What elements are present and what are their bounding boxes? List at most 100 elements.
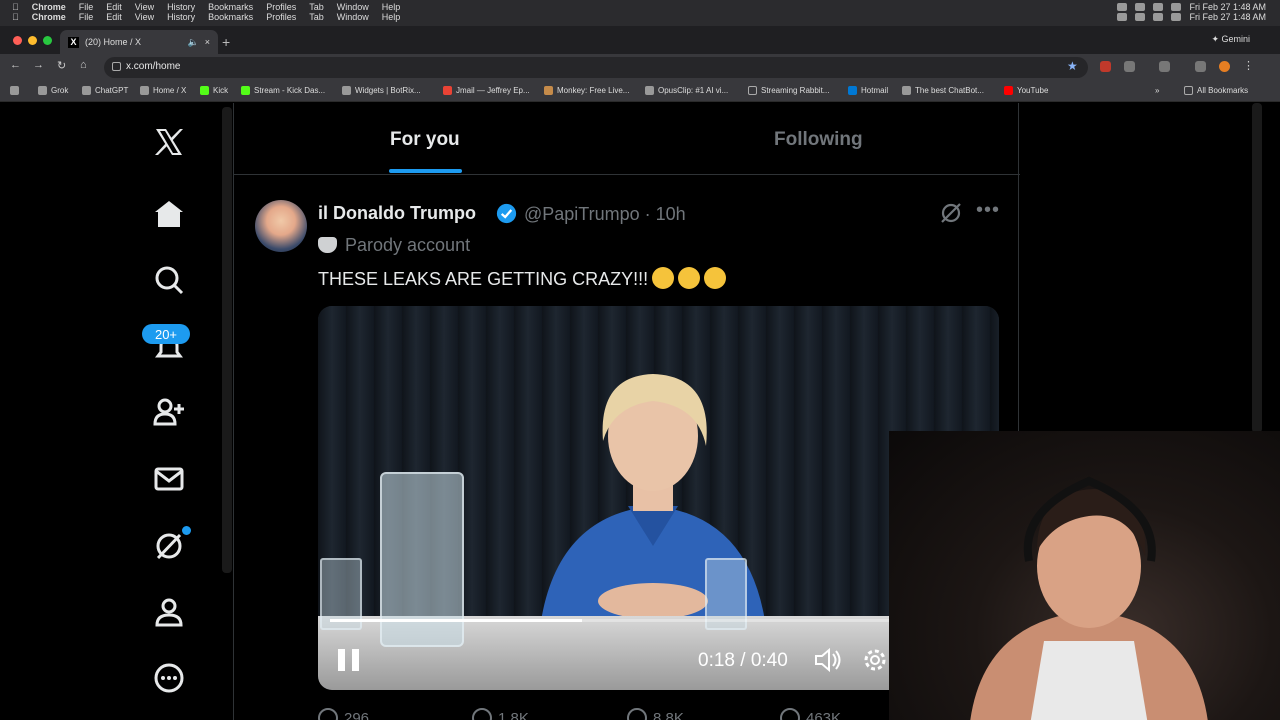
tab-for-you[interactable]: For you xyxy=(390,129,460,151)
menu-view[interactable]: View xyxy=(135,12,154,22)
close-window-button[interactable] xyxy=(13,36,22,45)
status-icon[interactable] xyxy=(1117,13,1128,21)
menu-bookmarks[interactable]: Bookmarks xyxy=(208,2,253,12)
extensions-puzzle-icon[interactable] xyxy=(1124,61,1135,72)
bookmark-item[interactable]: The best ChatBot... xyxy=(902,86,984,95)
site-info-icon[interactable] xyxy=(112,62,121,71)
pause-button[interactable] xyxy=(338,649,360,671)
menu-window[interactable]: Window xyxy=(337,12,369,22)
side-panel-icon[interactable] xyxy=(1159,61,1170,72)
menu-view[interactable]: View xyxy=(135,2,154,12)
home-icon[interactable]: ⌂ xyxy=(80,59,87,71)
bookmark-item[interactable]: OpusClip: #1 AI vi... xyxy=(645,86,728,95)
status-icon[interactable] xyxy=(1135,3,1146,11)
search-icon[interactable] xyxy=(150,261,188,299)
menu-file[interactable]: File xyxy=(79,12,94,22)
forward-icon[interactable]: → xyxy=(33,59,44,71)
reading-list-icon[interactable] xyxy=(1195,61,1206,72)
menu-app[interactable]: Chrome xyxy=(32,2,66,12)
bookmark-item[interactable]: Widgets | BotRix... xyxy=(342,86,421,95)
bookmark-item[interactable]: Kick xyxy=(200,86,228,95)
profile-avatar[interactable] xyxy=(1219,61,1230,72)
extension-icon[interactable] xyxy=(1100,61,1111,72)
menu-file[interactable]: File xyxy=(79,2,94,12)
menu-app[interactable]: Chrome xyxy=(32,12,66,22)
menu-profiles[interactable]: Profiles xyxy=(266,12,296,22)
clock[interactable]: Fri Feb 27 1:48 AM xyxy=(1189,12,1266,22)
zoom-window-button[interactable] xyxy=(43,36,52,45)
folder-icon xyxy=(1184,86,1193,95)
messages-mail-icon[interactable] xyxy=(150,460,188,498)
reload-icon[interactable]: ↻ xyxy=(57,59,66,72)
home-icon[interactable] xyxy=(150,195,188,233)
webcam-overlay xyxy=(889,431,1280,720)
kebab-menu-icon[interactable]: ⋮ xyxy=(1243,59,1254,72)
menu-help[interactable]: Help xyxy=(382,2,401,12)
search-icon[interactable] xyxy=(1171,3,1182,11)
follow-add-user-icon[interactable] xyxy=(150,393,188,431)
video-settings-gear-icon[interactable] xyxy=(861,646,889,674)
bookmark-item[interactable]: Hotmail xyxy=(848,86,888,95)
bookmark-item[interactable]: Stream - Kick Das... xyxy=(241,86,325,95)
menu-edit[interactable]: Edit xyxy=(106,2,122,12)
back-icon[interactable]: ← xyxy=(10,59,21,71)
wifi-icon[interactable] xyxy=(1153,3,1164,11)
menu-tab[interactable]: Tab xyxy=(309,12,324,22)
menu-bookmarks[interactable]: Bookmarks xyxy=(208,12,253,22)
bookmark-item[interactable]: YouTube xyxy=(1004,86,1048,95)
post-author-name[interactable]: il Donaldo Trumpo xyxy=(318,203,476,224)
apple-icon[interactable]:  xyxy=(12,12,19,22)
menu-profiles[interactable]: Profiles xyxy=(266,2,296,12)
menu-history[interactable]: History xyxy=(167,2,195,12)
apps-grid-icon[interactable] xyxy=(10,86,19,95)
reply-button[interactable]: 296 xyxy=(318,708,369,720)
address-bar[interactable]: x.com/home xyxy=(104,57,1088,78)
profile-icon[interactable] xyxy=(150,593,188,631)
bookmark-item[interactable]: Jmail — Jeffrey Ep... xyxy=(443,86,530,95)
tab-close-icon[interactable]: × xyxy=(205,37,210,47)
menu-help[interactable]: Help xyxy=(382,12,401,22)
minimize-window-button[interactable] xyxy=(28,36,37,45)
menu-tab[interactable]: Tab xyxy=(309,2,324,12)
apple-icon[interactable]:  xyxy=(12,2,19,12)
audio-icon[interactable]: 🔈 xyxy=(188,37,199,48)
menu-window[interactable]: Window xyxy=(337,2,369,12)
sidebar-scrollbar[interactable] xyxy=(222,107,232,573)
status-icon[interactable] xyxy=(1117,3,1128,11)
views-button[interactable]: 463K xyxy=(780,708,841,720)
x-icon xyxy=(140,86,149,95)
page-scrollbar[interactable] xyxy=(1252,103,1262,433)
browser-tab[interactable]: X (20) Home / X 🔈 × xyxy=(60,30,218,54)
wifi-icon[interactable] xyxy=(1153,13,1164,21)
gemini-button[interactable]: ✦ Gemini xyxy=(1211,34,1250,45)
bookmark-item[interactable]: ChatGPT xyxy=(82,86,128,95)
bookmark-item[interactable]: Monkey: Free Live... xyxy=(544,86,629,95)
post-more-icon[interactable]: ••• xyxy=(976,199,1000,222)
menu-edit[interactable]: Edit xyxy=(106,12,122,22)
bookmark-item[interactable]: Home / X xyxy=(140,86,186,95)
x-logo-icon[interactable] xyxy=(150,123,188,161)
tab-following[interactable]: Following xyxy=(774,129,863,151)
volume-icon[interactable] xyxy=(813,645,843,675)
menu-history[interactable]: History xyxy=(167,12,195,22)
x-favicon-icon: X xyxy=(68,36,79,48)
grok-explain-icon[interactable] xyxy=(939,201,963,225)
bookmark-item[interactable]: Grok xyxy=(38,86,68,95)
reply-icon xyxy=(318,708,338,720)
bookmark-item[interactable]: Streaming Rabbit... xyxy=(748,86,829,95)
status-area-2: Fri Feb 27 1:48 AM xyxy=(1117,12,1266,22)
new-tab-button[interactable]: + xyxy=(222,34,230,50)
clock[interactable]: Fri Feb 27 1:48 AM xyxy=(1189,2,1266,12)
pause-icon xyxy=(352,649,359,671)
like-button[interactable]: 8.8K xyxy=(627,708,684,720)
video-progress-bar[interactable] xyxy=(330,619,890,622)
all-bookmarks[interactable]: All Bookmarks xyxy=(1184,86,1248,95)
repost-button[interactable]: 1.8K xyxy=(472,708,529,720)
status-icon[interactable] xyxy=(1135,13,1146,21)
bookmark-star-icon[interactable]: ★ xyxy=(1067,59,1078,73)
bookmarks-overflow-icon[interactable]: » xyxy=(1155,86,1159,95)
more-options-icon[interactable] xyxy=(150,659,188,697)
post-author-avatar[interactable] xyxy=(255,200,307,252)
post-handle-time[interactable]: @PapiTrumpo · 10h xyxy=(524,204,686,225)
search-icon[interactable] xyxy=(1171,13,1182,21)
